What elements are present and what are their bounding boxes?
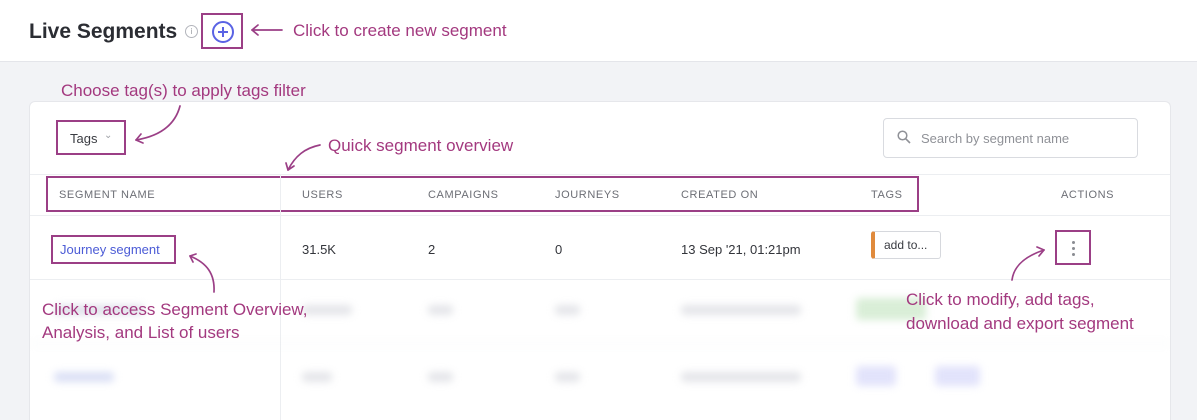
annotation-arrows [135,24,1045,293]
